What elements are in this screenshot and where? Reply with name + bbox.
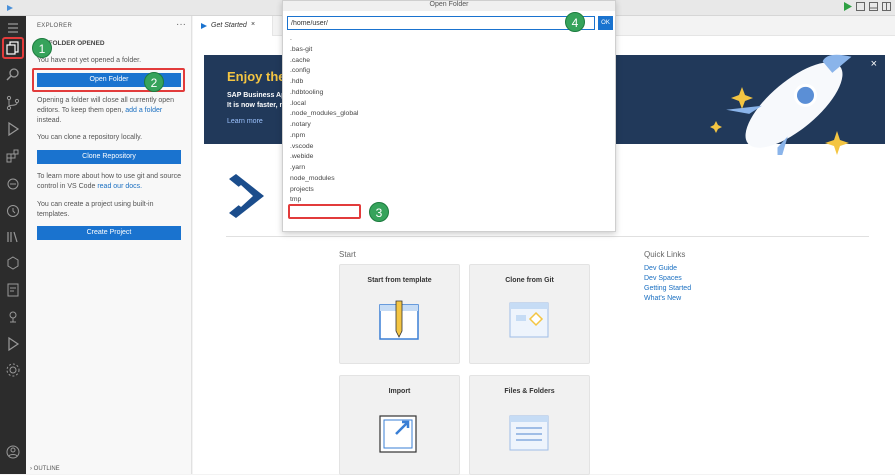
run-debug-icon[interactable] xyxy=(5,121,21,137)
app-logo-icon xyxy=(7,5,13,11)
banner-title: Enjoy the xyxy=(227,69,286,84)
import-card-icon xyxy=(379,415,417,453)
quick-link-dev-spaces[interactable]: Dev Spaces xyxy=(644,275,682,282)
folder-list: . .bas-git .cache .config .hdb .hdbtooli… xyxy=(290,34,358,206)
folder-item[interactable]: .hdbtooling xyxy=(290,88,358,99)
split-icon[interactable] xyxy=(882,2,891,11)
learn-more-link[interactable]: Learn more xyxy=(227,118,263,125)
explorer-icon[interactable] xyxy=(2,37,24,59)
cloud-icon[interactable] xyxy=(5,176,21,192)
window-controls xyxy=(843,2,891,11)
card-import[interactable]: Import xyxy=(339,375,460,475)
get-started-icon xyxy=(201,23,207,29)
hexagon-icon[interactable] xyxy=(5,255,21,271)
card-clone-from-git[interactable]: Clone from Git xyxy=(469,264,590,364)
folder-item[interactable]: .yarn xyxy=(290,163,358,174)
source-control-icon[interactable] xyxy=(5,95,21,111)
folder-item[interactable]: .bas-git xyxy=(290,45,358,56)
folder-item[interactable]: .npm xyxy=(290,131,358,142)
tab-get-started[interactable]: Get Started × xyxy=(193,16,273,36)
folder-item[interactable]: .cache xyxy=(290,56,358,67)
search-icon[interactable] xyxy=(5,67,21,83)
files-card-icon xyxy=(509,415,549,451)
open-folder-hint: Opening a folder will close all currentl… xyxy=(37,97,174,124)
folder-item[interactable]: .config xyxy=(290,66,358,77)
folder-item[interactable]: .vscode xyxy=(290,142,358,153)
card-files-folders[interactable]: Files & Folders xyxy=(469,375,590,475)
read-docs-link[interactable]: read our docs. xyxy=(97,183,142,190)
more-actions-icon[interactable]: ··· xyxy=(176,19,186,30)
folder-item[interactable]: .local xyxy=(290,99,358,110)
activity-bar xyxy=(0,16,26,474)
clock-icon[interactable] xyxy=(5,203,21,219)
no-folder-message: You have not yet opened a folder. xyxy=(37,57,142,64)
sap-logo-icon xyxy=(229,174,264,218)
rocket-illustration xyxy=(710,54,852,155)
card-start-from-template[interactable]: Start from template xyxy=(339,264,460,364)
step-badge-1: 1 xyxy=(32,38,52,58)
folder-item-projects[interactable]: projects xyxy=(290,185,358,196)
layout-icon[interactable] xyxy=(856,2,865,11)
quick-link-whats-new[interactable]: What's New xyxy=(644,295,681,302)
quick-links-heading: Quick Links xyxy=(644,250,686,259)
banner-subtitle: SAP Business Ap It is now faster, n xyxy=(227,92,286,109)
highlight-projects xyxy=(288,204,361,219)
open-folder-dialog: Open Folder OK . .bas-git .cache .config… xyxy=(282,0,616,232)
outline-section[interactable]: › OUTLINE xyxy=(30,466,60,472)
extensions-icon[interactable] xyxy=(5,148,21,164)
gear-icon[interactable] xyxy=(5,362,21,378)
account-icon[interactable] xyxy=(5,444,21,460)
template-icon[interactable] xyxy=(5,282,21,298)
step-badge-4: 4 xyxy=(565,12,585,32)
folder-item[interactable]: .node_modules_global xyxy=(290,109,358,120)
menu-icon[interactable] xyxy=(5,20,21,36)
git-docs-hint: To learn more about how to use git and s… xyxy=(37,173,181,190)
robot-icon[interactable] xyxy=(5,309,21,325)
folder-item[interactable]: node_modules xyxy=(290,174,358,185)
ok-button[interactable]: OK xyxy=(598,16,613,30)
folder-item[interactable]: .hdb xyxy=(290,77,358,88)
start-heading: Start xyxy=(339,250,356,259)
quick-link-dev-guide[interactable]: Dev Guide xyxy=(644,265,677,272)
dialog-title: Open Folder xyxy=(283,1,615,11)
folder-path-input[interactable] xyxy=(287,16,595,30)
clone-hint: You can clone a repository locally. xyxy=(37,134,143,141)
clone-repository-button[interactable]: Clone Repository xyxy=(37,150,181,164)
panel-icon[interactable] xyxy=(869,2,878,11)
template-hint: You can create a project using built-in … xyxy=(37,201,154,218)
template-card-icon xyxy=(379,300,419,340)
create-project-button[interactable]: Create Project xyxy=(37,226,181,240)
close-tab-icon[interactable]: × xyxy=(251,21,255,28)
clone-card-icon xyxy=(509,302,549,338)
step-badge-3: 3 xyxy=(369,202,389,222)
sidebar-header: EXPLORER xyxy=(37,23,73,29)
folder-item[interactable]: .webide xyxy=(290,152,358,163)
library-icon[interactable] xyxy=(5,229,21,245)
quick-link-getting-started[interactable]: Getting Started xyxy=(644,285,691,292)
folder-item[interactable]: . xyxy=(290,34,358,45)
section-divider xyxy=(226,236,869,237)
folder-item[interactable]: .notary xyxy=(290,120,358,131)
explorer-sidebar: EXPLORER ··· NO FOLDER OPENED You have n… xyxy=(26,16,192,474)
step-badge-2: 2 xyxy=(144,72,164,92)
run-icon[interactable] xyxy=(843,2,852,11)
play-icon[interactable] xyxy=(5,336,21,352)
add-folder-link[interactable]: add a folder xyxy=(125,107,162,114)
